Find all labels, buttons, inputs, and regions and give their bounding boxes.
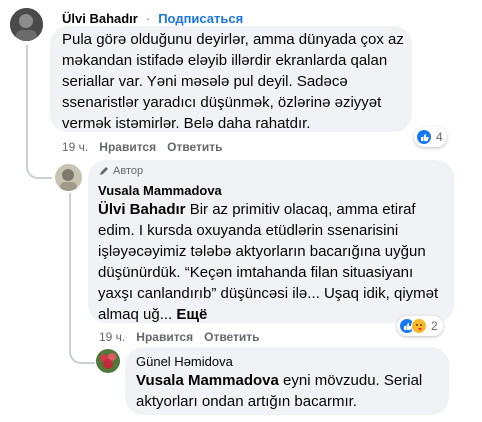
avatar-gunel[interactable]	[96, 349, 120, 373]
comment3-author[interactable]: Günel Həmidova	[136, 354, 233, 369]
comment1-reply-button[interactable]: Ответить	[167, 140, 222, 154]
comment2-text-last: almaq uğ...	[98, 306, 173, 323]
avatar-vusala-image	[55, 164, 82, 191]
comment3-text-line1: eyni mövzudu. Serial	[278, 372, 423, 389]
comment1-text: Pula görə olduğunu deyirlər, amma dünyad…	[62, 31, 404, 132]
see-more-link[interactable]: Ещё	[176, 306, 207, 323]
comment2-mention[interactable]: Ülvi Bahadır	[98, 201, 186, 218]
comment2-reply-button[interactable]: Ответить	[204, 330, 259, 344]
thread-line-main	[26, 45, 28, 163]
comment1-actions: 19 ч. Нравится Ответить	[62, 140, 223, 154]
avatar-gunel-image	[96, 349, 120, 373]
separator-dot: ·	[145, 11, 151, 26]
comment2-reaction-count: 2	[431, 319, 438, 333]
comment2-text-line4: düşünürdük. “Keçən imtahanda filan situa…	[98, 264, 414, 281]
comment3-mention[interactable]: Vusala Mammadova	[136, 372, 279, 389]
comment2-text-line5: yaxşı canlandırıb” düşüncəsi ilə... Uşaq…	[98, 285, 439, 302]
comment1-time[interactable]: 19 ч.	[62, 140, 88, 154]
avatar-ulvi-image	[10, 8, 43, 41]
comment2-text: Ülvi Bahadır Bir az primitiv olacaq, amm…	[98, 199, 450, 325]
comment2-time[interactable]: 19 ч.	[99, 330, 125, 344]
thread-curve-2	[69, 335, 95, 364]
comment3-text-line2: aktyorları ondan artığın bacarmır.	[136, 393, 357, 410]
comment2-like-button[interactable]: Нравится	[136, 330, 193, 344]
comment2-reactions[interactable]: 2	[397, 316, 443, 336]
thread-curve-1	[26, 150, 52, 179]
comment3-text: Vusala Mammadova eyni mövzudu. Serial ak…	[136, 370, 446, 412]
comment1-author[interactable]: Ülvi Bahadır	[62, 11, 138, 26]
comment2-author[interactable]: Vusala Mammadova	[98, 183, 222, 198]
comment2-text-line2: edim. I kursda oxuyanda etüdlərin ssenar…	[98, 222, 399, 239]
thread-line-reply	[69, 193, 71, 345]
care-reaction-icon	[411, 318, 427, 334]
like-reaction-icon	[416, 129, 432, 145]
comment1-reaction-count: 4	[436, 130, 443, 144]
comment2-text-line3: işləyəcəyimiz tələbə aktyorların bacarığ…	[98, 243, 426, 260]
comment2-actions: 19 ч. Нравится Ответить	[99, 330, 260, 344]
author-badge: Автор	[113, 165, 144, 177]
subscribe-button[interactable]: Подписаться	[158, 11, 243, 26]
avatar-vusala[interactable]	[55, 164, 82, 191]
avatar-ulvi[interactable]	[10, 8, 43, 41]
comment1-like-button[interactable]: Нравится	[99, 140, 156, 154]
comment1-reactions[interactable]: 4	[414, 127, 447, 147]
comment2-text-line1: Bir az primitiv olacaq, amma etiraf	[185, 201, 416, 218]
pencil-icon	[100, 167, 108, 175]
